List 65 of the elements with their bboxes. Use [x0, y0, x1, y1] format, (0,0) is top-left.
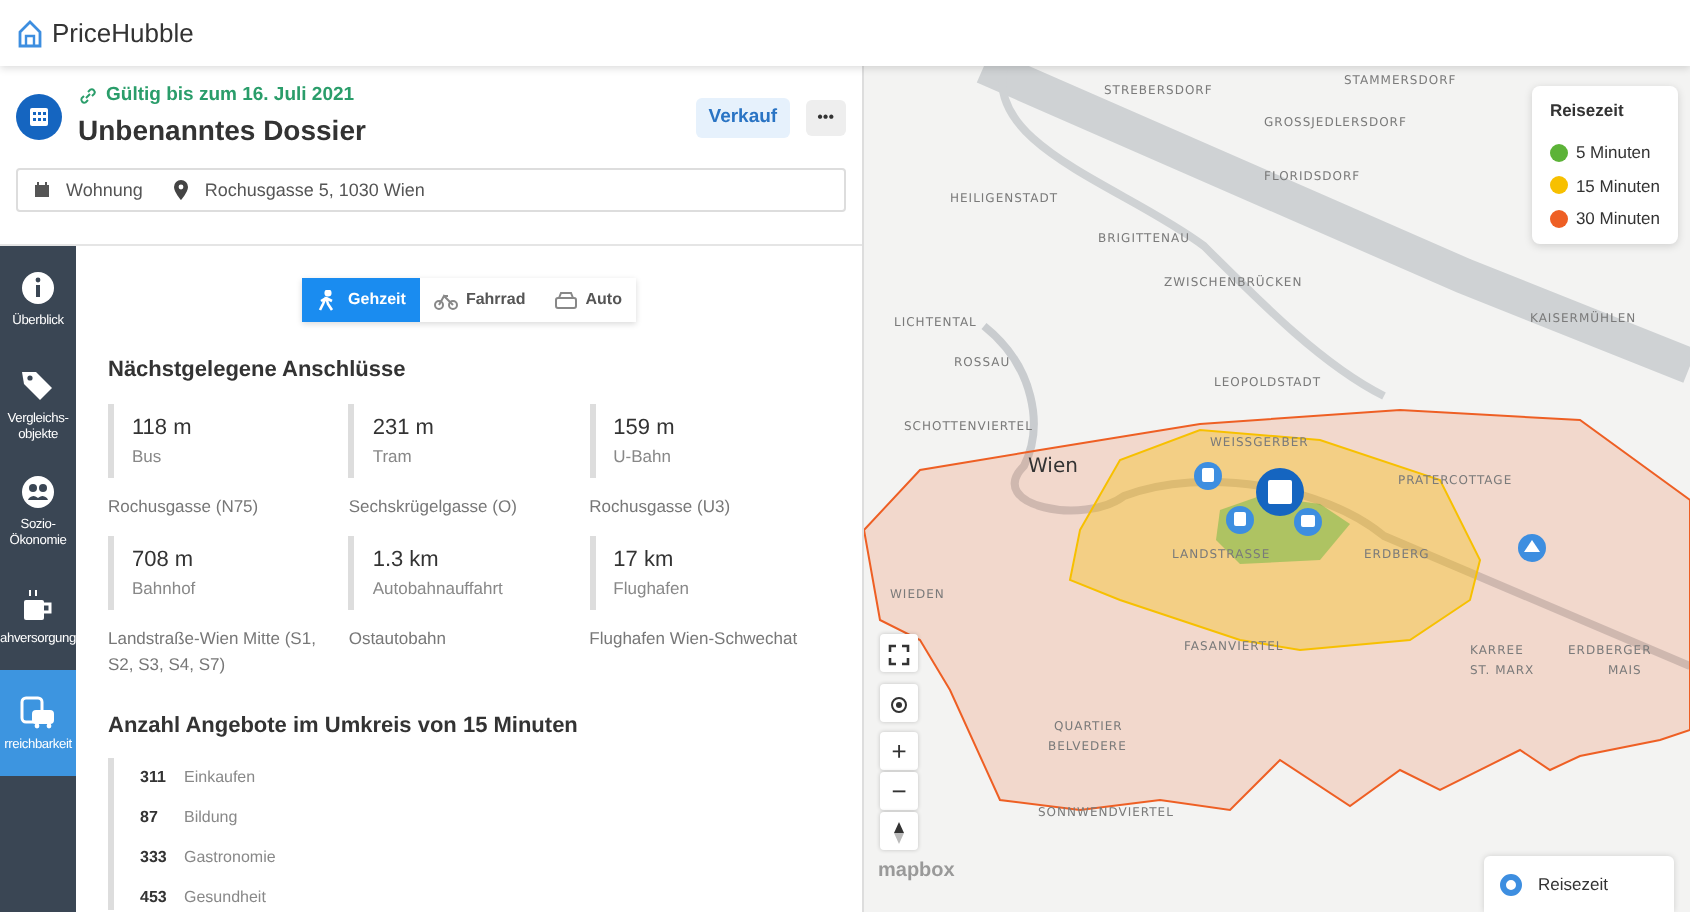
legend-label: 30 Minuten: [1575, 206, 1660, 232]
transport-type: Flughafen: [613, 576, 691, 602]
locate-icon: [888, 694, 910, 717]
layer-label: Reisezeit: [1538, 871, 1608, 897]
legend-label: 15 Minuten: [1575, 173, 1660, 199]
locate-button[interactable]: [880, 684, 918, 722]
offer-count: 333: [140, 846, 169, 870]
section-heading: Nächstgelegene Anschlüsse: [108, 356, 408, 387]
mode-tab[interactable]: Auto: [539, 278, 636, 323]
distance-value: 118 m: [132, 413, 194, 444]
offer-category: Gastronomie: [184, 846, 276, 870]
deal-type-button[interactable]: Verkauf: [696, 97, 790, 138]
legend-label: 5 Minuten: [1575, 139, 1651, 165]
transport-type: Bahnhof: [132, 576, 198, 602]
property-type: Wohnung: [66, 177, 143, 204]
station-name: Flughafen Wien-Schwechat: [589, 626, 800, 652]
offer-count: 311: [140, 766, 168, 790]
station-name: Rochusgasse (N75): [108, 494, 261, 520]
station-name: Sechskrügelgasse (O): [348, 494, 519, 520]
people-icon: [20, 473, 56, 510]
fullscreen-icon: [888, 644, 910, 667]
cup-icon: [20, 587, 56, 624]
offer-count: 453: [140, 886, 169, 910]
station-name: Landstraße-Wien Mitte (S1, S2, S3, S4, S7): [108, 626, 318, 677]
validity-text: Gültig bis zum 16. Juli 2021: [106, 82, 355, 110]
house-logo-icon: [16, 17, 44, 49]
bicycle-icon: [433, 289, 458, 312]
address-text: Rochusgasse 5, 1030 Wien: [204, 177, 425, 204]
offer-category: Einkaufen: [184, 766, 256, 790]
calendar-icon: [34, 182, 50, 199]
zoom-out-button[interactable]: −: [880, 772, 918, 810]
dossier-title: Unbenanntes Dossier: [78, 112, 368, 151]
tag-icon: [20, 367, 56, 404]
bus-car-icon: [20, 693, 56, 730]
offer-category: Gesundheit: [184, 886, 266, 910]
distance-value: 159 m: [613, 413, 677, 444]
distance-value: 17 km: [613, 545, 676, 576]
building-icon: [16, 94, 62, 141]
brand-name[interactable]: PriceHubble: [52, 13, 194, 53]
transport-type: Bus: [132, 444, 164, 470]
offer-category: Bildung: [184, 806, 238, 830]
legend-title: Reisezeit: [1549, 98, 1626, 124]
distance-value: 708 m: [132, 545, 196, 576]
compass-icon: [892, 822, 906, 845]
zoom-in-button[interactable]: +: [880, 732, 918, 770]
compass-button[interactable]: [880, 812, 918, 850]
mode-tab[interactable]: Fahrrad: [419, 278, 540, 323]
station-name: Ostautobahn: [348, 626, 449, 652]
location-marker[interactable]: [1256, 468, 1304, 516]
station-name: Rochusgasse (U3): [589, 494, 733, 520]
distance-value: 231 m: [372, 413, 436, 444]
transport-type: U-Bahn: [613, 444, 673, 470]
transport-type: Tram: [372, 444, 414, 470]
radio-button[interactable]: [1500, 873, 1522, 895]
map-label: Wien: [1028, 456, 1078, 478]
link-icon: [78, 86, 98, 107]
info-icon: [20, 269, 56, 306]
more-button[interactable]: •••: [805, 99, 846, 136]
car-icon: [553, 289, 578, 312]
section-heading: Anzahl Angebote im Umkreis von 15 Minuten: [108, 711, 580, 741]
transport-type: Autobahnauffahrt: [372, 576, 505, 602]
distance-value: 1.3 km: [372, 545, 441, 576]
offer-count: 87: [140, 806, 160, 830]
fullscreen-button[interactable]: [880, 634, 918, 672]
location-pin-icon: [174, 180, 189, 201]
